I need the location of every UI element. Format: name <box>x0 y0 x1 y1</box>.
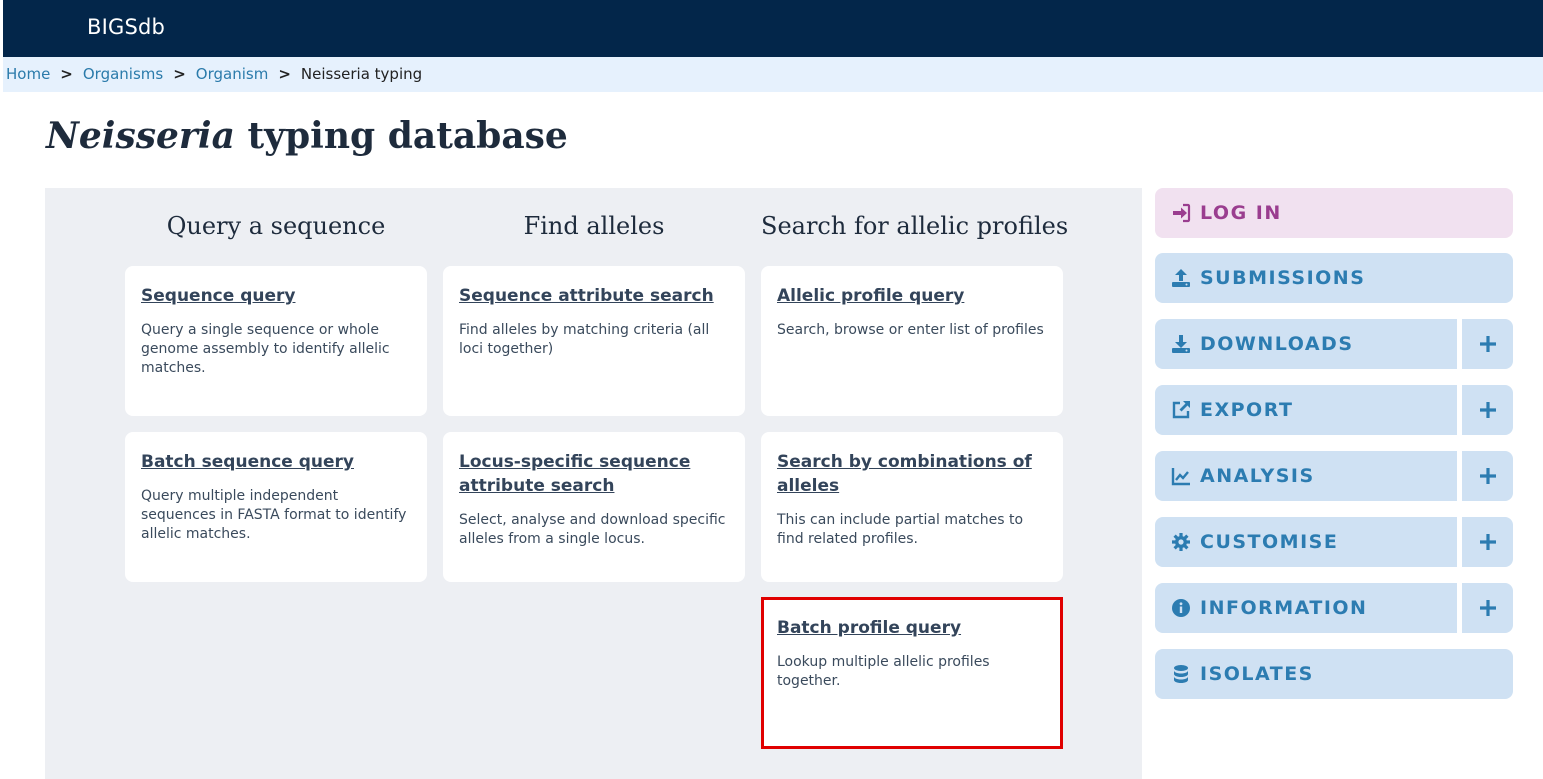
export-expand-button[interactable] <box>1462 385 1513 435</box>
external-link-icon <box>1171 400 1191 420</box>
combinations-of-alleles-link[interactable]: Search by combinations of alleles <box>777 450 1048 498</box>
sign-in-icon <box>1171 203 1191 223</box>
export-label: EXPORT <box>1200 399 1294 421</box>
database-icon <box>1171 664 1191 684</box>
information-label: INFORMATION <box>1200 597 1368 619</box>
card-description: Search, browse or enter list of profiles <box>777 322 1044 338</box>
isolates-label: ISOLATES <box>1200 663 1314 685</box>
plus-icon <box>1479 468 1496 484</box>
plus-icon <box>1479 336 1496 352</box>
card-sequence-query: Sequence query Query a single sequence o… <box>125 266 427 416</box>
analysis-button[interactable]: ANALYSIS <box>1155 451 1457 501</box>
card-description: Find alleles by matching criteria (all l… <box>459 322 710 357</box>
analysis-label: ANALYSIS <box>1200 465 1315 487</box>
batch-profile-query-link[interactable]: Batch profile query <box>777 616 1048 640</box>
login-button[interactable]: LOG IN <box>1155 188 1513 238</box>
breadcrumb-home[interactable]: Home <box>6 65 50 83</box>
card-locus-specific-search: Locus-specific sequence attribute search… <box>443 432 745 582</box>
card-combinations-of-alleles: Search by combinations of alleles This c… <box>761 432 1063 582</box>
customise-button[interactable]: CUSTOMISE <box>1155 517 1457 567</box>
card-description: Query a single sequence or whole genome … <box>141 322 390 376</box>
batch-sequence-query-link[interactable]: Batch sequence query <box>141 450 412 474</box>
submissions-label: SUBMISSIONS <box>1200 267 1366 289</box>
login-label: LOG IN <box>1200 202 1282 224</box>
card-sequence-attribute-search: Sequence attribute search Find alleles b… <box>443 266 745 416</box>
breadcrumb-separator: > <box>60 65 73 83</box>
breadcrumb-organism[interactable]: Organism <box>196 65 269 83</box>
customise-label: CUSTOMISE <box>1200 531 1339 553</box>
card-description: Query multiple independent sequences in … <box>141 488 407 542</box>
customise-expand-button[interactable] <box>1462 517 1513 567</box>
breadcrumb-separator: > <box>173 65 186 83</box>
plus-icon <box>1479 600 1496 616</box>
chart-line-icon <box>1171 466 1191 486</box>
page-title-genus: Neisseria <box>46 115 235 157</box>
card-description: This can include partial matches to find… <box>777 512 1024 547</box>
card-description: Lookup multiple allelic profiles togethe… <box>777 654 990 689</box>
analysis-expand-button[interactable] <box>1462 451 1513 501</box>
sequence-query-link[interactable]: Sequence query <box>141 284 412 308</box>
submissions-button[interactable]: SUBMISSIONS <box>1155 253 1513 303</box>
brand-logo[interactable]: BIGSdb <box>87 15 165 39</box>
card-allelic-profile-query: Allelic profile query Search, browse or … <box>761 266 1063 416</box>
heading-allelic-profiles: Search for allelic profiles <box>761 212 1069 240</box>
information-expand-button[interactable] <box>1462 583 1513 633</box>
page-title-rest: typing database <box>234 115 568 157</box>
allelic-profile-query-link[interactable]: Allelic profile query <box>777 284 1048 308</box>
breadcrumb-organisms[interactable]: Organisms <box>83 65 163 83</box>
plus-icon <box>1479 402 1496 418</box>
plus-icon <box>1479 534 1496 550</box>
sequence-attribute-search-link[interactable]: Sequence attribute search <box>459 284 730 308</box>
breadcrumb: Home > Organisms > Organism > Neisseria typing <box>3 57 1543 92</box>
breadcrumb-separator: > <box>278 65 291 83</box>
breadcrumb-current: Neisseria typing <box>300 65 423 83</box>
heading-find-alleles: Find alleles <box>523 212 665 240</box>
downloads-label: DOWNLOADS <box>1200 333 1354 355</box>
info-circle-icon <box>1171 598 1191 618</box>
downloads-expand-button[interactable] <box>1462 319 1513 369</box>
card-batch-profile-query: Batch profile query Lookup multiple alle… <box>761 597 1063 749</box>
downloads-button[interactable]: DOWNLOADS <box>1155 319 1457 369</box>
heading-query-sequence: Query a sequence <box>166 212 386 240</box>
page-title: Neisseria typing database <box>46 115 568 157</box>
locus-specific-search-link[interactable]: Locus-specific sequence attribute search <box>459 450 730 498</box>
gear-icon <box>1171 532 1191 552</box>
card-batch-sequence-query: Batch sequence query Query multiple inde… <box>125 432 427 582</box>
export-button[interactable]: EXPORT <box>1155 385 1457 435</box>
card-description: Select, analyse and download specific al… <box>459 512 726 547</box>
download-icon <box>1171 334 1191 354</box>
information-button[interactable]: INFORMATION <box>1155 583 1457 633</box>
upload-icon <box>1171 268 1191 288</box>
top-bar: BIGSdb <box>3 0 1543 57</box>
isolates-button[interactable]: ISOLATES <box>1155 649 1513 699</box>
